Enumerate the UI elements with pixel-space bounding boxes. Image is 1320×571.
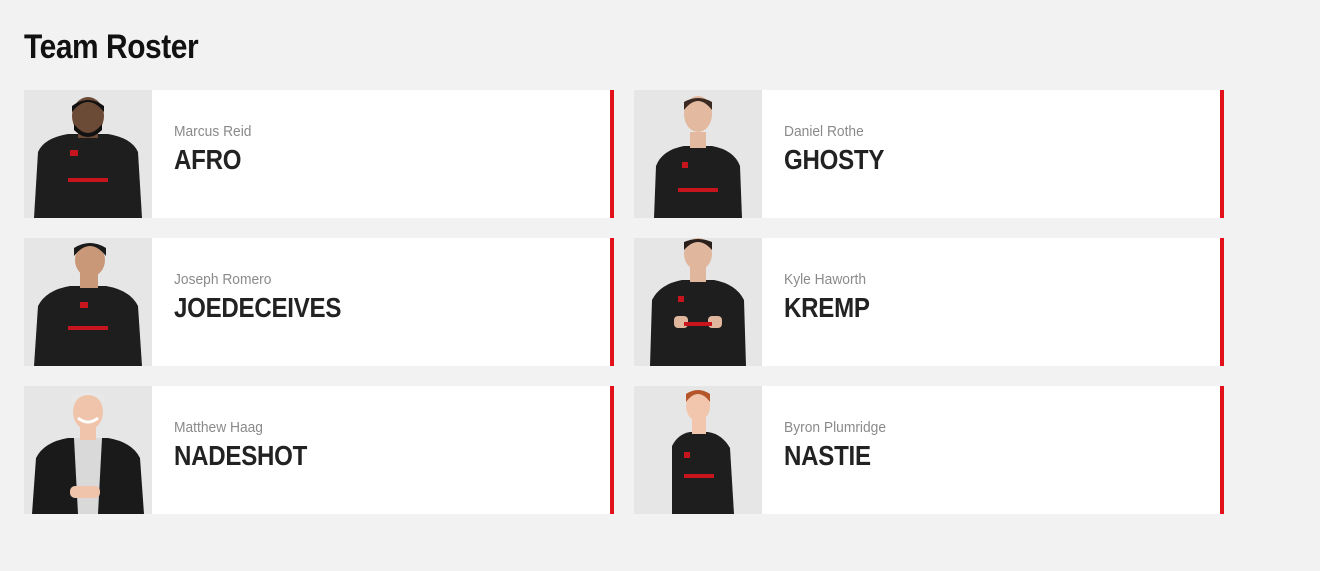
player-photo [634, 90, 762, 218]
player-card-kremp[interactable]: Kyle Haworth KREMP [634, 238, 1224, 366]
player-gamertag: KREMP [784, 292, 870, 323]
player-gamertag: GHOSTY [784, 144, 885, 175]
player-real-name: Joseph Romero [174, 271, 272, 288]
player-gamertag: NADESHOT [174, 440, 308, 471]
player-card-nadeshot[interactable]: Matthew Haag NADESHOT [24, 386, 614, 514]
player-info: Kyle Haworth KREMP [762, 238, 884, 366]
player-real-name: Daniel Rothe [784, 123, 864, 140]
player-real-name: Matthew Haag [174, 419, 263, 436]
player-info: Joseph Romero JOEDECEIVES [152, 238, 368, 366]
player-real-name: Kyle Haworth [784, 271, 867, 288]
player-gamertag: JOEDECEIVES [174, 292, 342, 323]
player-real-name: Marcus Reid [174, 123, 252, 140]
player-info: Daniel Rothe GHOSTY [762, 90, 900, 218]
player-info: Marcus Reid AFRO [152, 90, 258, 218]
player-card-ghosty[interactable]: Daniel Rothe GHOSTY [634, 90, 1224, 218]
player-card-nastie[interactable]: Byron Plumridge NASTIE [634, 386, 1224, 514]
player-photo [24, 90, 152, 218]
player-gamertag: NASTIE [784, 440, 871, 471]
player-photo [634, 386, 762, 514]
page-title: Team Roster [24, 28, 199, 66]
player-info: Byron Plumridge NASTIE [762, 386, 895, 514]
player-photo [634, 238, 762, 366]
player-card-joedeceives[interactable]: Joseph Romero JOEDECEIVES [24, 238, 614, 366]
roster-grid: Marcus Reid AFRO Daniel Rothe GHOSTY Jos… [24, 90, 1224, 514]
player-photo [24, 386, 152, 514]
player-photo [24, 238, 152, 366]
player-gamertag: AFRO [174, 144, 242, 175]
player-info: Matthew Haag NADESHOT [152, 386, 329, 514]
roster-page: Team Roster Marcus Reid AFRO Daniel Roth… [0, 0, 1320, 571]
player-real-name: Byron Plumridge [784, 419, 887, 436]
player-card-afro[interactable]: Marcus Reid AFRO [24, 90, 614, 218]
